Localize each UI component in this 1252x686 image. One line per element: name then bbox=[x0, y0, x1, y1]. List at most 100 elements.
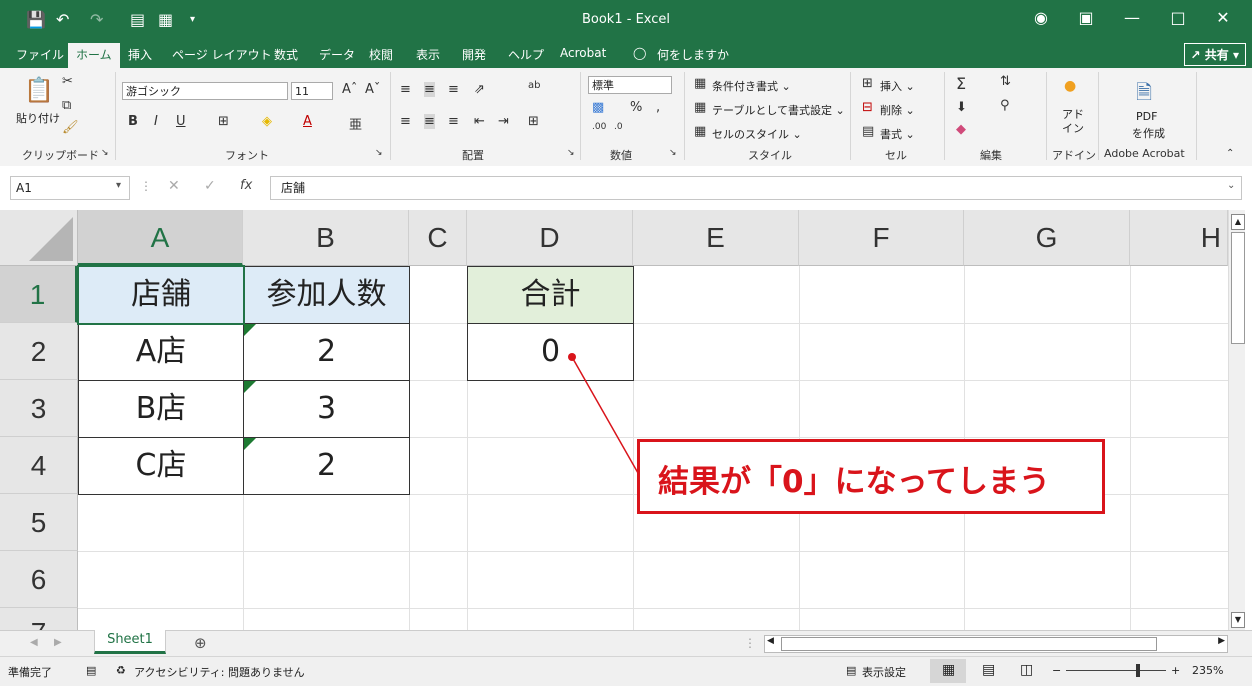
bold-icon[interactable]: B bbox=[128, 114, 138, 129]
vertical-scroll-thumb[interactable] bbox=[1231, 232, 1245, 344]
name-box[interactable]: A1 bbox=[10, 176, 130, 200]
insert-cells-button[interactable]: 挿入 ⌄ bbox=[880, 78, 915, 94]
tab-help[interactable]: ヘルプ bbox=[508, 46, 544, 63]
cell-a2[interactable]: A店 bbox=[78, 323, 244, 381]
share-button[interactable]: ↗ 共有 ▾ bbox=[1183, 43, 1246, 66]
paste-icon[interactable]: 📋 bbox=[24, 76, 54, 104]
row-header-4[interactable]: 4 bbox=[0, 437, 78, 494]
wrap-text-icon[interactable]: ab bbox=[528, 80, 540, 91]
scroll-right-icon[interactable]: ▶ bbox=[1218, 636, 1225, 646]
fill-color-icon[interactable]: ◈ bbox=[262, 114, 272, 129]
name-box-dropdown-icon[interactable]: ▾ bbox=[116, 180, 121, 191]
column-header-g[interactable]: G bbox=[964, 210, 1130, 266]
tell-me-search[interactable]: 何をしますか bbox=[657, 46, 729, 63]
close-button[interactable]: ✕ bbox=[1208, 8, 1238, 27]
zoom-in-icon[interactable]: + bbox=[1171, 664, 1180, 677]
borders-icon[interactable]: ⊞ bbox=[218, 114, 229, 129]
italic-icon[interactable]: I bbox=[154, 114, 158, 129]
font-size-select[interactable]: 11 bbox=[291, 82, 333, 100]
cancel-entry-icon[interactable]: ✕ bbox=[168, 178, 180, 194]
row-header-1[interactable]: 1 bbox=[0, 266, 78, 323]
prev-sheet-icon[interactable]: ◀ bbox=[30, 637, 38, 648]
increase-font-icon[interactable]: Aˆ bbox=[342, 82, 357, 97]
zoom-out-icon[interactable]: − bbox=[1052, 664, 1061, 677]
increase-indent-icon[interactable]: ⇥ bbox=[498, 114, 509, 129]
minimize-button[interactable]: — bbox=[1117, 8, 1147, 27]
page-break-view-icon[interactable]: ◫ bbox=[1020, 662, 1033, 678]
cell-a1[interactable]: 店舗 bbox=[78, 266, 244, 324]
row-header-7[interactable]: 7 bbox=[0, 608, 78, 630]
fill-icon[interactable]: ⬇ bbox=[956, 100, 967, 115]
accounting-format-icon[interactable]: ▩ bbox=[592, 100, 604, 115]
decrease-decimal-icon[interactable]: .0 bbox=[614, 122, 623, 132]
tab-formulas[interactable]: 数式 bbox=[274, 46, 298, 63]
next-sheet-icon[interactable]: ▶ bbox=[54, 637, 62, 648]
cell-d2[interactable]: 0 bbox=[467, 323, 634, 381]
confirm-entry-icon[interactable]: ✓ bbox=[204, 178, 216, 194]
error-indicator-icon[interactable] bbox=[244, 438, 256, 450]
vertical-scrollbar[interactable]: ▲ ▼ bbox=[1228, 210, 1245, 630]
column-header-a[interactable]: A bbox=[78, 210, 243, 266]
cell-styles-button[interactable]: セルのスタイル ⌄ bbox=[712, 126, 802, 142]
scroll-left-icon[interactable]: ◀ bbox=[767, 636, 774, 646]
column-header-d[interactable]: D bbox=[467, 210, 633, 266]
align-center-icon[interactable]: ≡ bbox=[424, 114, 435, 129]
font-color-icon[interactable]: A bbox=[303, 114, 312, 129]
column-header-b[interactable]: B bbox=[243, 210, 409, 266]
format-cells-button[interactable]: 書式 ⌄ bbox=[880, 126, 915, 142]
accessibility-status[interactable]: アクセシビリティ: 問題ありません bbox=[134, 664, 305, 680]
tab-insert[interactable]: 挿入 bbox=[128, 46, 152, 63]
select-all-corner[interactable] bbox=[0, 210, 78, 266]
formula-input[interactable]: 店舗 bbox=[270, 176, 1242, 200]
decrease-indent-icon[interactable]: ⇤ bbox=[474, 114, 485, 129]
underline-icon[interactable]: U bbox=[176, 114, 186, 129]
row-header-3[interactable]: 3 bbox=[0, 380, 78, 437]
format-as-table-button[interactable]: テーブルとして書式設定 ⌄ bbox=[712, 102, 845, 118]
column-header-h[interactable]: H bbox=[1130, 210, 1228, 266]
cell-b4[interactable]: 2 bbox=[243, 437, 410, 495]
clear-icon[interactable]: ◆ bbox=[956, 122, 966, 137]
maximize-button[interactable]: □ bbox=[1163, 8, 1193, 27]
split-handle-icon[interactable]: ⋮ bbox=[744, 636, 756, 650]
row-header-2[interactable]: 2 bbox=[0, 323, 78, 380]
normal-view-icon[interactable]: ▦ bbox=[942, 662, 955, 678]
page-layout-view-icon[interactable]: ▤ bbox=[982, 662, 995, 678]
column-header-c[interactable]: C bbox=[409, 210, 467, 266]
tab-view[interactable]: 表示 bbox=[416, 46, 440, 63]
merge-center-icon[interactable]: ⊞ bbox=[528, 114, 539, 129]
zoom-slider[interactable] bbox=[1066, 670, 1166, 671]
column-header-f[interactable]: F bbox=[799, 210, 964, 266]
create-pdf-line1[interactable]: PDF bbox=[1136, 110, 1157, 123]
sheet-tab-sheet1[interactable]: Sheet1 bbox=[94, 630, 166, 654]
insert-function-icon[interactable]: fx bbox=[240, 178, 252, 193]
number-launcher-icon[interactable]: ↘ bbox=[669, 148, 677, 158]
cell-b3[interactable]: 3 bbox=[243, 380, 410, 438]
conditional-format-button[interactable]: 条件付き書式 ⌄ bbox=[712, 78, 791, 94]
ribbon-display-options-icon[interactable]: ▣ bbox=[1071, 8, 1101, 27]
cut-icon[interactable]: ✂ bbox=[62, 74, 73, 89]
cell-b1[interactable]: 参加人数 bbox=[243, 266, 410, 324]
horizontal-scrollbar[interactable]: ◀ ▶ bbox=[764, 635, 1228, 653]
tab-home[interactable]: ホーム bbox=[68, 43, 120, 71]
tab-page-layout[interactable]: ページ レイアウト bbox=[172, 46, 272, 63]
row-header-6[interactable]: 6 bbox=[0, 551, 78, 608]
sort-filter-icon[interactable]: ⇅ bbox=[1000, 74, 1011, 89]
column-header-e[interactable]: E bbox=[633, 210, 799, 266]
align-middle-icon[interactable]: ≡ bbox=[424, 82, 435, 97]
percent-icon[interactable]: % bbox=[630, 100, 642, 115]
format-painter-icon[interactable]: 🖌 bbox=[62, 120, 79, 135]
number-format-select[interactable]: 標準 bbox=[588, 76, 672, 94]
delete-cells-button[interactable]: 削除 ⌄ bbox=[880, 102, 915, 118]
font-launcher-icon[interactable]: ↘ bbox=[375, 148, 383, 158]
tab-data[interactable]: データ bbox=[319, 46, 355, 63]
tab-review[interactable]: 校閲 bbox=[369, 46, 393, 63]
align-top-icon[interactable]: ≡ bbox=[400, 82, 411, 97]
align-left-icon[interactable]: ≡ bbox=[400, 114, 411, 129]
orientation-icon[interactable]: ⇗ bbox=[474, 82, 485, 97]
zoom-level[interactable]: 235% bbox=[1192, 664, 1223, 677]
copy-icon[interactable]: ⧉ bbox=[62, 98, 71, 113]
add-ins-button[interactable]: アド イン bbox=[1062, 108, 1084, 136]
autosum-icon[interactable]: Σ bbox=[956, 74, 966, 93]
expand-formula-bar-icon[interactable]: ⌄ bbox=[1227, 180, 1235, 191]
phonetic-icon[interactable]: 亜 bbox=[349, 114, 362, 133]
